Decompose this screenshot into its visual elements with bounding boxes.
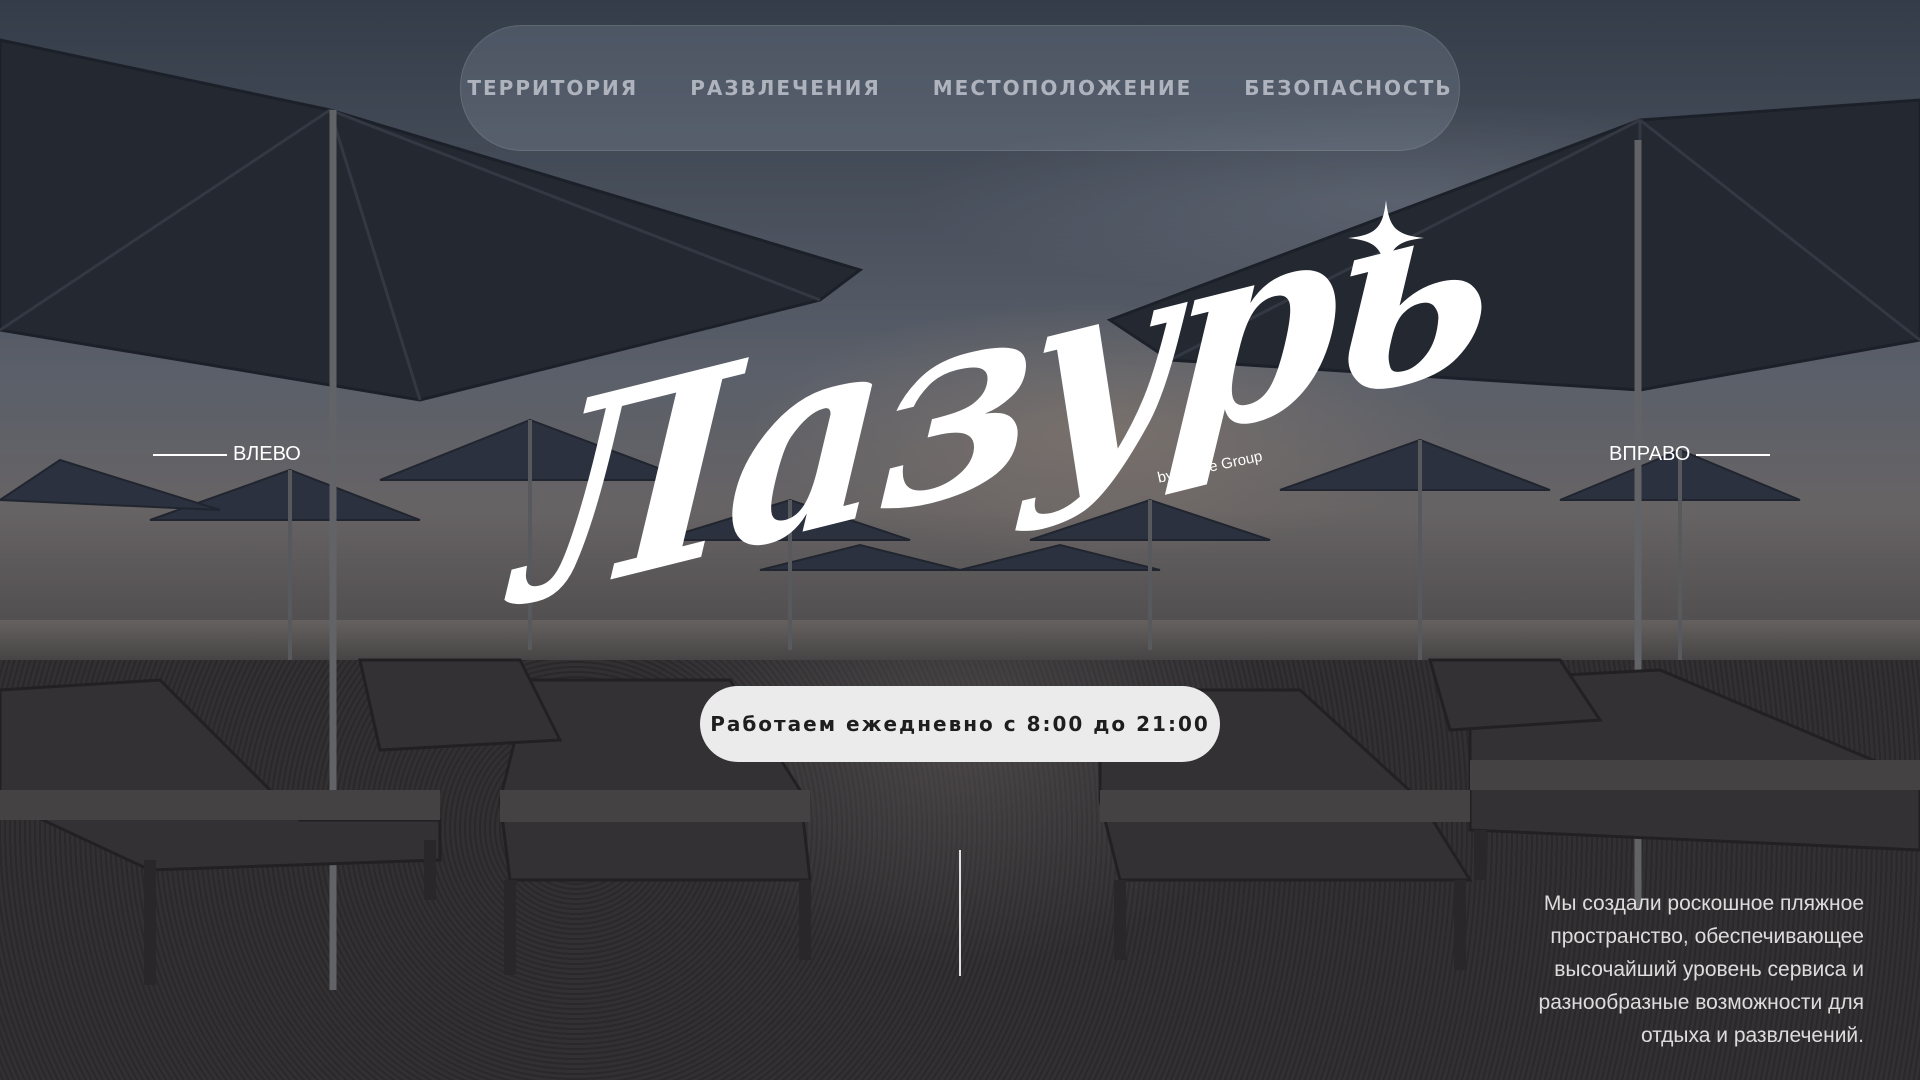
brand-logo: Лазурь by Grace Group [510, 116, 1498, 665]
top-navigation: ТЕРРИТОРИЯ РАЗВЛЕЧЕНИЯ МЕСТОПОЛОЖЕНИЕ БЕ… [460, 25, 1460, 151]
four-point-star-icon [1348, 200, 1424, 276]
nav-item-safety[interactable]: БЕЗОПАСНОСТЬ [1244, 76, 1452, 100]
working-hours-badge: Работаем ежедневно с 8:00 до 21:00 [700, 686, 1220, 762]
slider-prev-line [153, 453, 227, 456]
scroll-indicator-line [959, 850, 961, 976]
slider-prev-label: ВЛЕВО [233, 443, 301, 465]
nav-item-location[interactable]: МЕСТОПОЛОЖЕНИЕ [933, 76, 1193, 100]
slider-prev-button[interactable]: ВЛЕВО [153, 443, 301, 466]
slider-next-button[interactable]: ВПРАВО [1609, 443, 1771, 466]
nav-item-territory[interactable]: ТЕРРИТОРИЯ [467, 76, 638, 100]
slider-next-line [1696, 453, 1771, 456]
about-description: Мы создали роскошное пляжное пространств… [1538, 892, 1864, 1047]
nav-item-entertainment[interactable]: РАЗВЛЕЧЕНИЯ [690, 76, 881, 100]
slider-next-label: ВПРАВО [1609, 443, 1691, 465]
